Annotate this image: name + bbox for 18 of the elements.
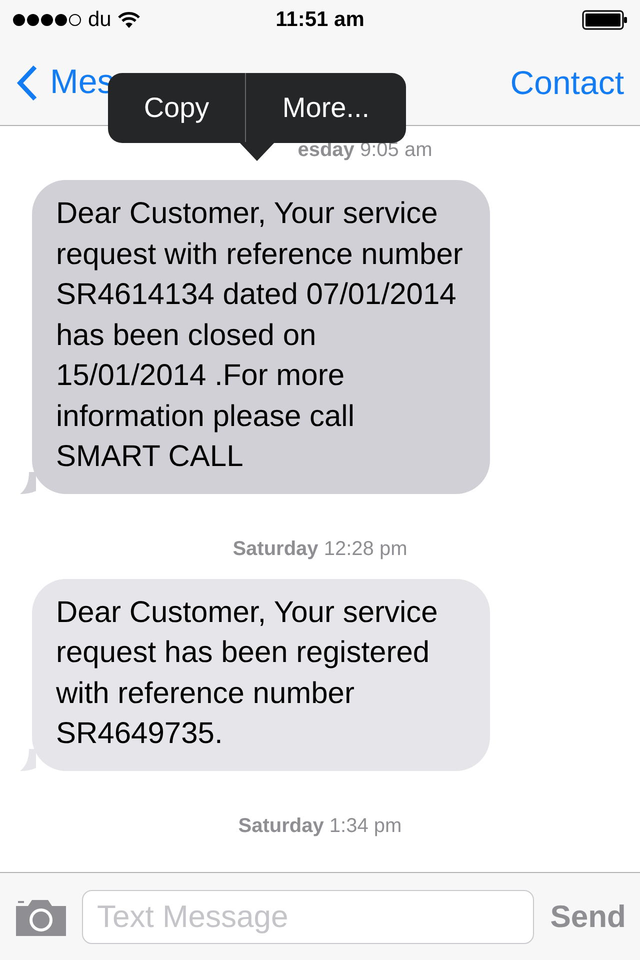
timestamp: Saturday 12:28 pm xyxy=(232,538,408,560)
chevron-icon xyxy=(16,64,38,102)
message-bubble[interactable]: Dear Customer, Your service request with reference number SR4614134 dated 07/01/2014 has been closed on 15/01/2014 .For more information please call SMART CALL xyxy=(32,180,490,494)
carrier-name: du xyxy=(88,8,112,32)
message-field[interactable]: Text Message xyxy=(82,890,534,944)
signal-icon xyxy=(12,13,82,27)
contact-button[interactable]: Contact xyxy=(510,64,624,102)
battery-icon xyxy=(582,10,628,30)
message-text: Dear Customer, Your service request has been registered with reference number SR4649735. xyxy=(56,594,439,752)
clock: 11:51 am xyxy=(276,8,364,32)
bubble-tail xyxy=(20,472,36,494)
wifi-icon xyxy=(117,11,142,29)
message-text: Dear Customer, Your service request with reference number SR4614134 dated 07/01/2014 has been closed on 15/01/2014 .For more information please call SMART CALL xyxy=(56,196,464,475)
bubble-tail xyxy=(20,748,36,770)
menu-item[interactable]: More... xyxy=(246,73,406,143)
camera-icon[interactable] xyxy=(16,898,66,936)
message-bubble[interactable]: Dear Customer, Your service request has been registered with reference number SR4649735. xyxy=(32,578,490,770)
timestamp: Saturday 1:34 pm xyxy=(238,814,402,836)
